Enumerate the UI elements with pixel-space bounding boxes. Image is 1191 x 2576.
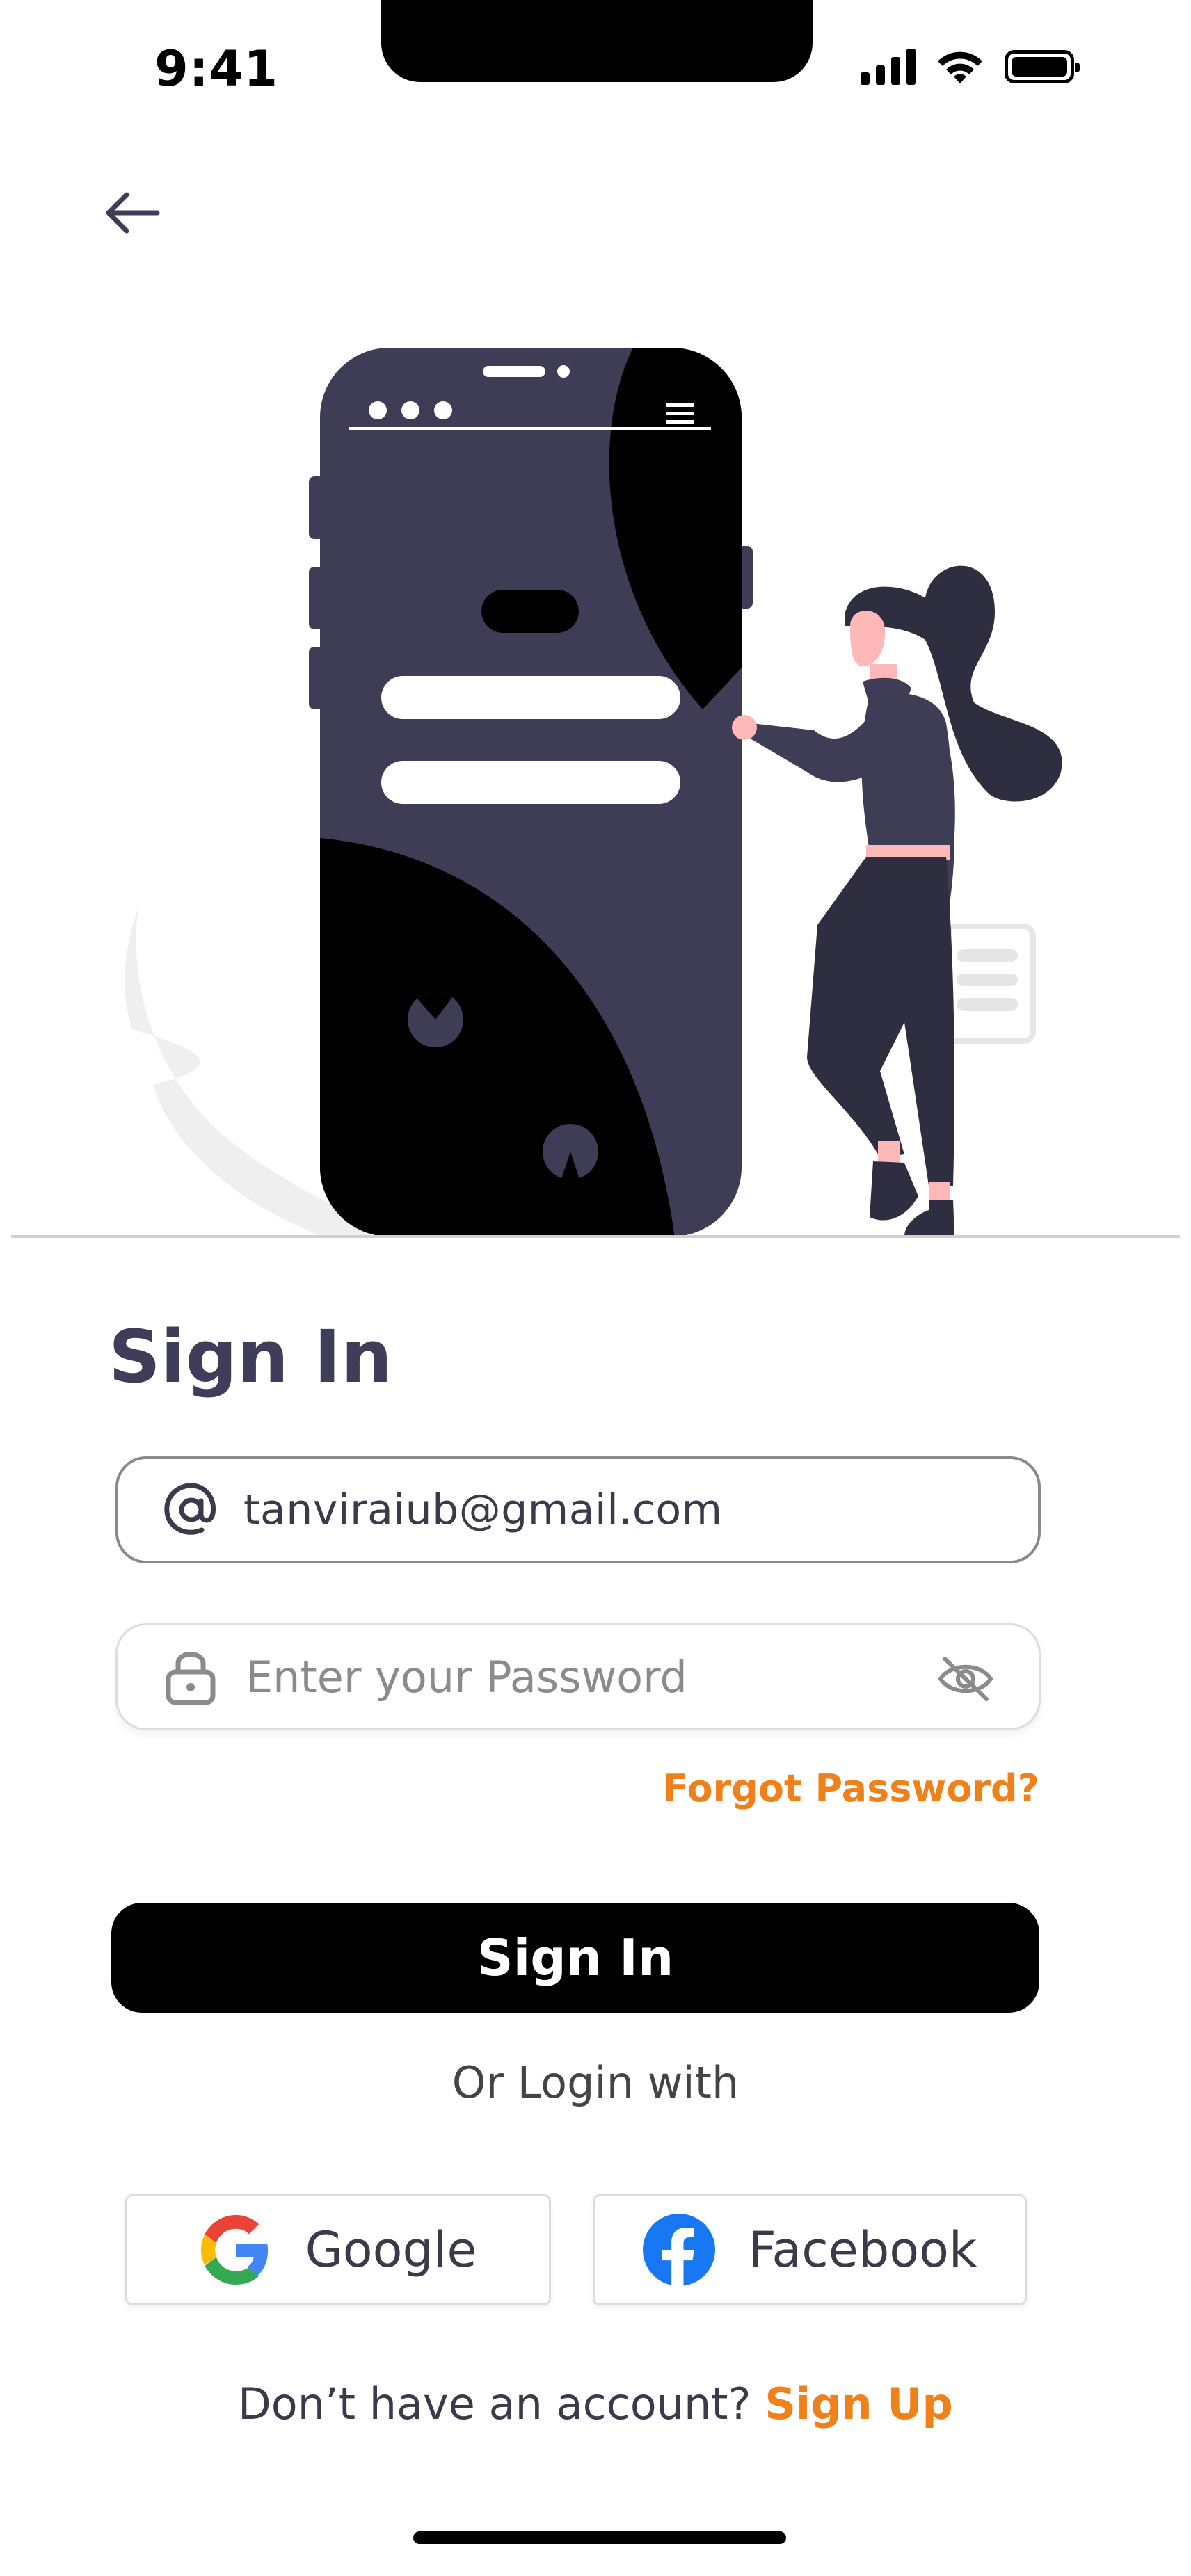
home-indicator[interactable]: [413, 2531, 786, 2544]
wifi-icon: [938, 51, 982, 83]
status-icons: [861, 49, 1080, 85]
google-login-button[interactable]: Google: [125, 2194, 551, 2305]
sign-in-button[interactable]: Sign In: [111, 1903, 1039, 2013]
facebook-label: Facebook: [748, 2221, 977, 2278]
signup-prompt: Don’t have an account? Sign Up: [0, 2378, 1191, 2429]
page-title: Sign In: [109, 1314, 392, 1399]
google-label: Google: [305, 2221, 477, 2278]
eye-off-icon[interactable]: [934, 1648, 997, 1710]
back-button[interactable]: [97, 185, 167, 241]
battery-icon: [1005, 50, 1080, 83]
sign-up-link[interactable]: Sign Up: [765, 2378, 953, 2429]
email-field[interactable]: tanviraiub@gmail.com: [115, 1456, 1041, 1563]
hero-illustration: [0, 306, 1191, 1238]
phone-woman-illustration: [125, 348, 1062, 1238]
or-login-with-label: Or Login with: [451, 2057, 740, 2108]
forgot-password-link[interactable]: Forgot Password?: [663, 1766, 1039, 1810]
facebook-login-button[interactable]: Facebook: [593, 2194, 1027, 2305]
lock-icon: [159, 1645, 222, 1708]
at-icon: [160, 1479, 223, 1541]
email-value: tanviraiub@gmail.com: [243, 1486, 723, 1534]
facebook-logo-icon: [642, 2214, 715, 2286]
illustration-divider: [11, 1235, 1180, 1238]
signup-prompt-text: Don’t have an account?: [238, 2378, 751, 2429]
device-notch: [381, 0, 813, 82]
google-logo-icon: [200, 2214, 272, 2286]
password-input[interactable]: [246, 1651, 858, 1702]
status-time: 9:41: [154, 40, 279, 97]
cellular-signal-icon: [861, 49, 916, 85]
password-field[interactable]: [115, 1623, 1041, 1730]
arrow-left-icon: [106, 192, 160, 234]
